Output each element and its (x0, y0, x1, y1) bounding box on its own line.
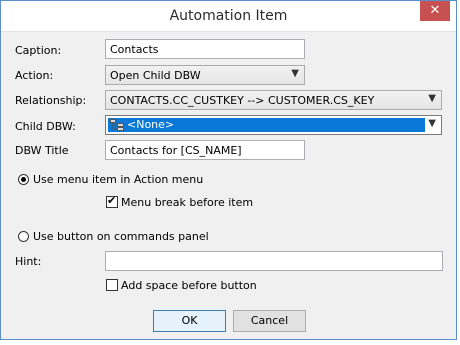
dbw-title-field[interactable]: Contacts for [CS_NAME] (105, 140, 305, 160)
title-bar: Automation Item ✕ (1, 1, 456, 32)
chevron-down-icon: ▼ (428, 118, 436, 129)
close-icon: ✕ (429, 3, 441, 18)
hint-label: Hint: (15, 255, 42, 268)
menu-break-label[interactable]: Menu break before item (121, 196, 253, 209)
button-panel-radio[interactable] (18, 231, 29, 242)
chevron-down-icon: ▼ (291, 68, 299, 79)
tree-icon (110, 119, 124, 131)
child-dbw-value: <None> (127, 118, 175, 131)
relationship-label: Relationship: (15, 94, 87, 107)
caption-label: Caption: (15, 44, 62, 57)
add-space-label[interactable]: Add space before button (121, 279, 257, 292)
caption-field[interactable]: Contacts (105, 39, 305, 59)
menu-item-label[interactable]: Use menu item in Action menu (33, 173, 203, 186)
child-dbw-label: Child DBW: (15, 120, 76, 133)
child-dbw-dropdown[interactable]: <None> ▼ (105, 115, 442, 135)
automation-item-dialog: Automation Item ✕ Caption: Contacts Acti… (0, 0, 457, 340)
background-strip (0, 340, 460, 345)
button-panel-label[interactable]: Use button on commands panel (33, 230, 209, 243)
add-space-checkbox[interactable] (106, 279, 118, 291)
relationship-dropdown[interactable]: CONTACTS.CC_CUSTKEY --> CUSTOMER.CS_KEY … (105, 90, 442, 110)
dbw-title-label: DBW Title (15, 144, 69, 157)
ok-button[interactable]: OK (153, 310, 226, 332)
close-button[interactable]: ✕ (420, 1, 450, 21)
menu-break-checkbox[interactable] (106, 194, 118, 208)
hint-field[interactable] (105, 251, 443, 271)
menu-item-radio[interactable] (18, 174, 29, 185)
action-dropdown[interactable]: Open Child DBW ▼ (105, 65, 305, 85)
relationship-value: CONTACTS.CC_CUSTKEY --> CUSTOMER.CS_KEY (110, 94, 375, 107)
chevron-down-icon: ▼ (428, 93, 436, 104)
cancel-button[interactable]: Cancel (233, 310, 306, 332)
action-label: Action: (15, 69, 54, 82)
dialog-title: Automation Item (169, 8, 288, 24)
selected-item: <None> (108, 118, 425, 132)
action-value: Open Child DBW (110, 69, 201, 82)
